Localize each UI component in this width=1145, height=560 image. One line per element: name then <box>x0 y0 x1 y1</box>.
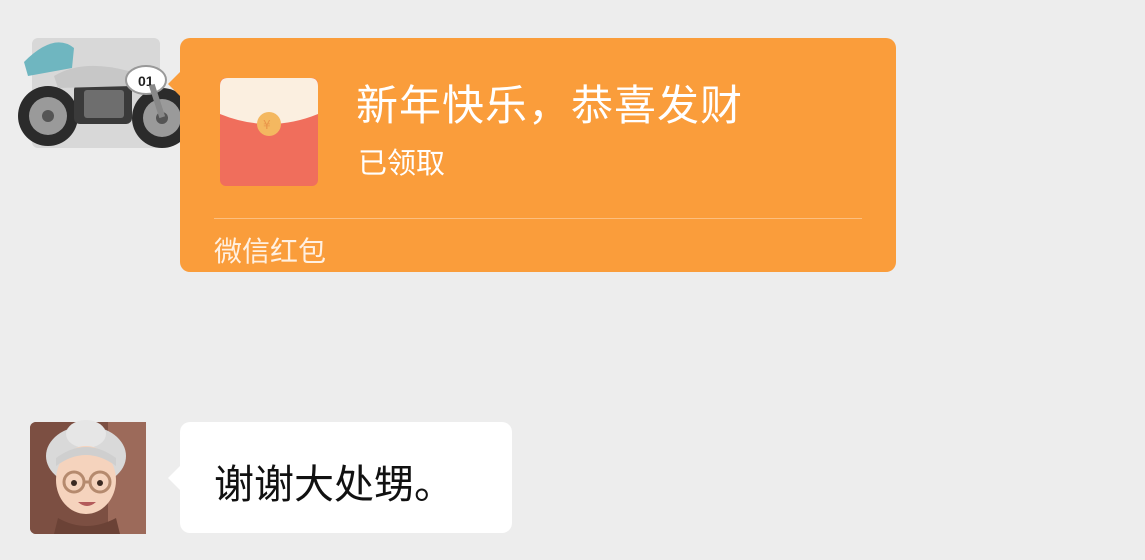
red-packet-greeting: 新年快乐，恭喜发财 <box>356 81 744 130</box>
divider <box>214 218 862 219</box>
chat-view: 01 ¥ 新年快乐，恭喜发财 已领取 微信红包 谢谢大处甥。 <box>0 0 1145 560</box>
message-text: 谢谢大处甥。 <box>214 462 454 508</box>
red-envelope-icon: ¥ <box>220 78 318 186</box>
red-packet-bubble[interactable]: ¥ 新年快乐，恭喜发财 已领取 微信红包 <box>168 38 896 272</box>
grandma-memoji-avatar[interactable] <box>30 414 146 534</box>
red-packet-status: 已领取 <box>358 146 446 180</box>
svg-text:¥: ¥ <box>263 118 271 132</box>
red-packet-label: 微信红包 <box>214 235 327 268</box>
text-message-bubble[interactable]: 谢谢大处甥。 <box>168 422 512 533</box>
